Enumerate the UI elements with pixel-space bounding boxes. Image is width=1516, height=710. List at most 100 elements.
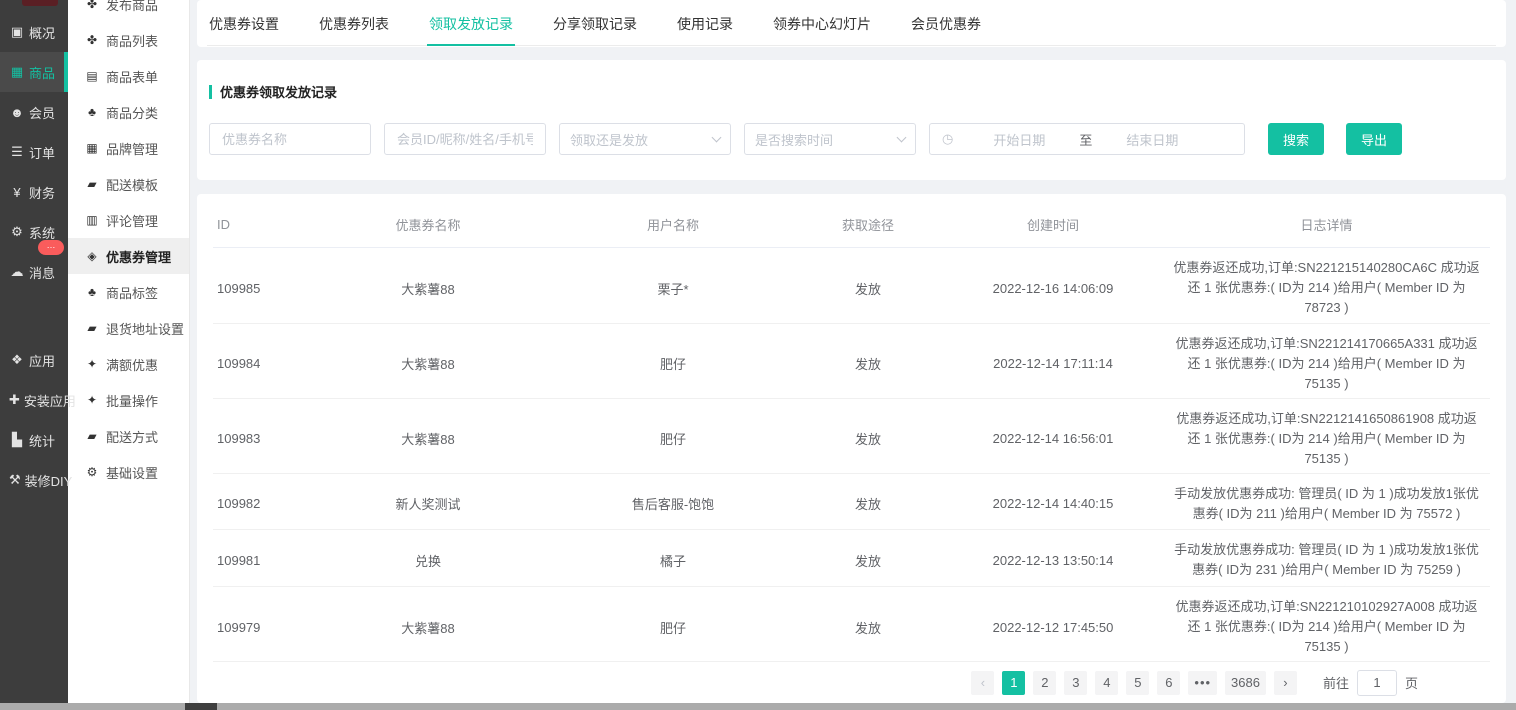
- records-table: ID 优惠券名称 用户名称 获取途径 创建时间 日志详情 109985 大紫薯8…: [197, 194, 1506, 703]
- cell-id: 109981: [213, 543, 303, 578]
- goto-page-input[interactable]: [1357, 670, 1397, 696]
- cart-icon: ☰: [9, 144, 25, 160]
- table-row: 109985 大紫薯88 栗子* 发放 2022-12-16 14:06:09 …: [213, 248, 1490, 323]
- cell-created-time: 2022-12-16 14:06:09: [943, 271, 1163, 306]
- tab-coupon-settings[interactable]: 优惠券设置: [207, 12, 281, 46]
- column-header-channel: 获取途径: [793, 215, 943, 234]
- end-date-placeholder[interactable]: 结束日期: [1126, 130, 1178, 149]
- sidebar-item-statistics[interactable]: ▙ 统计: [0, 420, 68, 460]
- sidebar-item-members[interactable]: ☻ 会员: [0, 92, 68, 132]
- table-row: 109983 大紫薯88 肥仔 发放 2022-12-14 16:56:01 优…: [213, 399, 1490, 474]
- sidebar-item-apps[interactable]: ❖ 应用: [0, 340, 68, 380]
- submenu-item-publish-goods[interactable]: ✤ 发布商品: [68, 0, 189, 22]
- coupon-name-input[interactable]: [209, 123, 371, 155]
- export-button[interactable]: 导出: [1346, 123, 1402, 155]
- sidebar-item-label: 消息: [29, 263, 55, 282]
- cell-log-detail: 手动发放优惠券成功: 管理员( ID 为 1 )成功发放1张优惠券( ID为 2…: [1163, 474, 1490, 534]
- page-button-6[interactable]: 6: [1157, 671, 1180, 695]
- submenu-item-shipping-method[interactable]: ▰ 配送方式: [68, 418, 189, 454]
- sidebar-item-install-apps[interactable]: ✚ 安装应用: [0, 380, 68, 420]
- search-time-select[interactable]: 是否搜索时间: [744, 123, 916, 155]
- sidebar-item-overview[interactable]: ▣ 概况: [0, 12, 68, 52]
- submenu-item-brand-manage[interactable]: ▦ 品牌管理: [68, 130, 189, 166]
- cell-channel: 发放: [793, 344, 943, 383]
- tab-share-receive-records[interactable]: 分享领取记录: [551, 12, 639, 46]
- cell-channel: 发放: [793, 608, 943, 647]
- tab-coupon-center-slides[interactable]: 领券中心幻灯片: [771, 12, 873, 46]
- submenu-item-coupon-manage[interactable]: ◈ 优惠券管理: [68, 238, 189, 274]
- cell-user-name: 橘子: [553, 541, 793, 580]
- submenu-item-label: 基础设置: [106, 463, 158, 482]
- tab-coupon-list[interactable]: 优惠券列表: [317, 12, 391, 46]
- sidebar-item-finance[interactable]: ¥ 财务: [0, 172, 68, 212]
- page-button-3[interactable]: 3: [1064, 671, 1087, 695]
- submenu-item-label: 商品标签: [106, 283, 158, 302]
- sidebar-item-decorate-diy[interactable]: ⚒ 装修DIY: [0, 460, 68, 500]
- start-date-placeholder[interactable]: 开始日期: [993, 130, 1045, 149]
- page-button-2[interactable]: 2: [1033, 671, 1056, 695]
- cell-user-name: 售后客服-饱饱: [553, 484, 793, 523]
- submenu-item-full-discount[interactable]: ✦ 满额优惠: [68, 346, 189, 382]
- submenu-item-basic-settings[interactable]: ⚙ 基础设置: [68, 454, 189, 490]
- page-button-1[interactable]: 1: [1002, 671, 1025, 695]
- submenu-item-goods-category[interactable]: ♣ 商品分类: [68, 94, 189, 130]
- sidebar-item-orders[interactable]: ☰ 订单: [0, 132, 68, 172]
- cell-coupon-name: 大紫薯88: [303, 269, 553, 308]
- page-button-4[interactable]: 4: [1095, 671, 1118, 695]
- page-button-5[interactable]: 5: [1126, 671, 1149, 695]
- cell-created-time: 2022-12-12 17:45:50: [943, 610, 1163, 645]
- more-pages-ellipsis[interactable]: •••: [1188, 671, 1217, 695]
- main-content: 优惠券设置 优惠券列表 领取发放记录 分享领取记录 使用记录 领券中心幻灯片 会…: [190, 0, 1516, 703]
- submenu-item-batch-operation[interactable]: ✦ 批量操作: [68, 382, 189, 418]
- submenu-item-goods-tags[interactable]: ♣ 商品标签: [68, 274, 189, 310]
- briefcase-icon: ▦: [85, 141, 99, 155]
- horizontal-scrollbar[interactable]: [0, 703, 1516, 710]
- tab-receive-grant-records[interactable]: 领取发放记录: [427, 12, 515, 46]
- cell-log-detail: 优惠券返还成功,订单:SN221215140280CA6C 成功返还 1 张优惠…: [1163, 248, 1490, 328]
- submenu-item-shipping-template[interactable]: ▰ 配送模板: [68, 166, 189, 202]
- submenu-item-label: 退货地址设置: [106, 319, 184, 338]
- submenu-item-goods-form[interactable]: ▤ 商品表单: [68, 58, 189, 94]
- cell-channel: 发放: [793, 269, 943, 308]
- yen-icon: ¥: [9, 185, 25, 200]
- sidebar-item-label: 会员: [29, 103, 55, 122]
- submenu-item-label: 商品分类: [106, 103, 158, 122]
- cell-log-detail: 优惠券返还成功,订单:SN221214170665A331 成功返还 1 张优惠…: [1163, 324, 1490, 404]
- gear-icon: ⚙: [9, 224, 25, 240]
- gift-icon: ✦: [85, 357, 99, 371]
- search-button[interactable]: 搜索: [1268, 123, 1324, 155]
- prev-page-button[interactable]: ‹: [971, 671, 994, 695]
- page-button-last[interactable]: 3686: [1225, 671, 1266, 695]
- cell-log-detail: 优惠券返还成功,订单:SN2212141650861908 成功返还 1 张优惠…: [1163, 399, 1490, 479]
- clock-icon: ◷: [942, 131, 953, 147]
- submenu-item-comment-manage[interactable]: ▥ 评论管理: [68, 202, 189, 238]
- table-row: 109979 大紫薯88 肥仔 发放 2022-12-12 17:45:50 优…: [213, 587, 1490, 662]
- submenu-item-goods-list[interactable]: ✤ 商品列表: [68, 22, 189, 58]
- submenu-item-label: 优惠券管理: [106, 247, 171, 266]
- submenu-item-return-address[interactable]: ▰ 退货地址设置: [68, 310, 189, 346]
- goto-label: 前往: [1323, 673, 1349, 692]
- scrollbar-thumb[interactable]: [185, 703, 217, 710]
- member-search-input[interactable]: [384, 123, 546, 155]
- next-page-button[interactable]: ›: [1274, 671, 1297, 695]
- gift-icon: ✦: [85, 393, 99, 407]
- sidebar-item-goods[interactable]: ▦ 商品: [0, 52, 68, 92]
- panel-title: 优惠券领取发放记录: [209, 82, 1494, 101]
- receive-or-grant-select[interactable]: 领取还是发放: [559, 123, 731, 155]
- tab-member-coupons[interactable]: 会员优惠券: [909, 12, 983, 46]
- submenu-item-label: 批量操作: [106, 391, 158, 410]
- chat-bubble-icon: ☁: [9, 264, 25, 280]
- submenu-item-label: 商品表单: [106, 67, 158, 86]
- tree-icon: ♣: [85, 285, 99, 299]
- sidebar-item-label: 概况: [29, 23, 55, 42]
- sidebar-item-label: 财务: [29, 183, 55, 202]
- tab-usage-records[interactable]: 使用记录: [675, 12, 735, 46]
- cell-id: 109982: [213, 486, 303, 521]
- truck-icon: ▰: [85, 321, 99, 335]
- sidebar-item-messages[interactable]: ☁ 消息 …: [0, 252, 68, 292]
- title-accent-bar: [209, 85, 212, 99]
- date-range-picker[interactable]: ◷ 开始日期 至 结束日期: [929, 123, 1245, 155]
- cell-coupon-name: 大紫薯88: [303, 344, 553, 383]
- cell-user-name: 栗子*: [553, 269, 793, 308]
- tag-icon: ◈: [85, 249, 99, 263]
